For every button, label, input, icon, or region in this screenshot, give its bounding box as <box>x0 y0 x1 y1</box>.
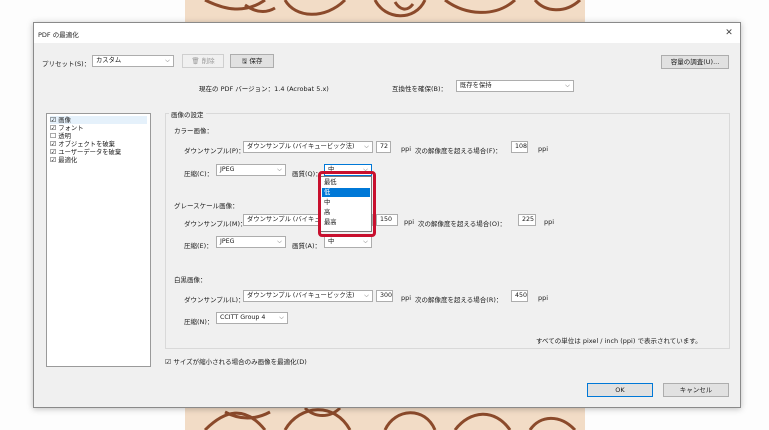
sidebar-item-discard-user-data[interactable]: ☑ ユーザーデータを破棄 <box>50 148 121 156</box>
chevron-down-icon: ⌵ <box>279 314 284 321</box>
optimize-if-smaller-option[interactable]: ☑ サイズが縮小される場合のみ画像を最適化(D) <box>165 356 307 366</box>
ppi-unit: ppi <box>538 294 549 302</box>
cancel-button[interactable]: キャンセル <box>663 383 729 397</box>
color-downsample-select[interactable]: ダウンサンプル (バイキュービック法) ⌵ <box>243 141 373 153</box>
color-threshold-input[interactable]: 108 <box>511 141 528 153</box>
window-title: PDF の最適化 <box>38 31 79 39</box>
current-pdf-version: 現在の PDF バージョン：1.4 (Acrobat 5.x) <box>199 85 329 93</box>
mono-ppi-input[interactable]: 300 <box>376 290 393 302</box>
gray-compression-label: 圧縮(E)： <box>184 242 213 250</box>
chevron-down-icon: ⌵ <box>565 82 570 89</box>
sidebar-item-images[interactable]: ☑ 画像 <box>50 116 147 124</box>
mono-threshold-label: 次の解像度を超える場合(R)： <box>415 296 503 304</box>
ok-button[interactable]: OK <box>587 383 653 397</box>
gray-ppi-input[interactable]: 150 <box>376 214 398 226</box>
color-compression-label: 圧縮(C)： <box>184 170 214 178</box>
ppi-unit: ppi <box>401 145 412 153</box>
gray-quality-select[interactable]: 中 ⌵ <box>324 236 372 248</box>
trash-icon: 🗑 <box>191 57 200 65</box>
color-images-heading: カラー画像： <box>174 127 213 135</box>
compatibility-value: 既存を保持 <box>460 82 492 89</box>
checkbox[interactable]: ☑ <box>50 116 56 124</box>
mono-compression-select[interactable]: CCITT Group 4 ⌵ <box>216 312 288 324</box>
monochrome-images-heading: 白黒画像： <box>174 276 207 284</box>
checkbox[interactable]: ☑ <box>50 124 56 132</box>
delete-button[interactable]: 🗑 削除 <box>182 54 224 68</box>
gray-downsample-label: ダウンサンプル(M)： <box>184 220 247 228</box>
mono-compression-label: 圧縮(N)： <box>184 318 214 326</box>
audit-space-button[interactable]: 容量の調査(U)... <box>661 55 729 69</box>
mono-threshold-input[interactable]: 450 <box>511 290 528 302</box>
compatibility-select[interactable]: 既存を保持 ⌵ <box>456 80 574 92</box>
title-bar: PDF の最適化 ✕ <box>34 23 740 43</box>
optimize-if-smaller-label: サイズが縮小される場合のみ画像を最適化(D) <box>173 358 307 366</box>
grayscale-images-heading: グレースケール画像： <box>174 202 239 210</box>
checkbox[interactable]: ☑ <box>50 156 56 164</box>
chevron-down-icon: ⌵ <box>364 292 369 299</box>
chevron-down-icon: ⌵ <box>165 57 170 64</box>
chevron-down-icon: ⌵ <box>363 238 368 245</box>
annotation-highlight-box <box>318 171 376 237</box>
color-compression-select[interactable]: JPEG ⌵ <box>216 164 286 176</box>
close-icon[interactable]: ✕ <box>722 26 736 40</box>
checkbox[interactable]: ☑ <box>50 148 56 156</box>
checkbox[interactable]: ☑ <box>165 358 171 366</box>
gray-quality-label: 画質(A)： <box>292 242 322 250</box>
preset-select[interactable]: カスタム ⌵ <box>92 55 174 67</box>
sidebar-item-clean-up[interactable]: ☑ 最適化 <box>50 156 77 164</box>
chevron-down-icon: ⌵ <box>277 166 282 173</box>
gray-threshold-input[interactable]: 225 <box>518 214 536 226</box>
sidebar-item-discard-objects[interactable]: ☑ オブジェクトを破棄 <box>50 140 115 148</box>
save-button[interactable]: 🖫 保存 <box>230 54 274 68</box>
checkbox[interactable]: ☑ <box>50 140 56 148</box>
floppy-disk-icon: 🖫 <box>241 57 248 65</box>
units-note: すべての単位は pixel / inch (ppi) で表示されています。 <box>536 337 702 345</box>
mono-downsample-label: ダウンサンプル(L)： <box>184 296 245 304</box>
image-settings-title: 画像の設定 <box>169 109 206 119</box>
ppi-unit: ppi <box>544 218 555 226</box>
checkbox[interactable]: ☐ <box>50 132 56 140</box>
gray-threshold-label: 次の解像度を超える場合(O)： <box>418 220 506 228</box>
sidebar-item-transparency[interactable]: ☐ 透明 <box>50 132 71 140</box>
preset-value: カスタム <box>96 57 122 64</box>
optimize-pdf-dialog: PDF の最適化 ✕ プリセット(S)： カスタム ⌵ 🗑 削除 🖫 保存 容量… <box>33 22 741 408</box>
chevron-down-icon: ⌵ <box>364 143 369 150</box>
gray-compression-select[interactable]: JPEG ⌵ <box>216 236 286 248</box>
ppi-unit: ppi <box>404 218 415 226</box>
ppi-unit: ppi <box>401 294 412 302</box>
preset-label: プリセット(S)： <box>42 60 91 68</box>
settings-panel-list: ☑ 画像 ☑ フォント ☐ 透明 ☑ オブジェクトを破棄 ☑ ユーザーデータを破… <box>46 113 151 367</box>
color-downsample-label: ダウンサンプル(P)： <box>184 147 245 155</box>
ppi-unit: ppi <box>538 145 549 153</box>
color-threshold-label: 次の解像度を超える場合(F)： <box>415 147 502 155</box>
chevron-down-icon: ⌵ <box>277 238 282 245</box>
sidebar-item-fonts[interactable]: ☑ フォント <box>50 124 83 132</box>
color-ppi-input[interactable]: 72 <box>376 141 391 153</box>
compatibility-label: 互換性を確保(B)： <box>392 85 448 93</box>
mono-downsample-select[interactable]: ダウンサンプル (バイキュービック法) ⌵ <box>243 290 373 302</box>
